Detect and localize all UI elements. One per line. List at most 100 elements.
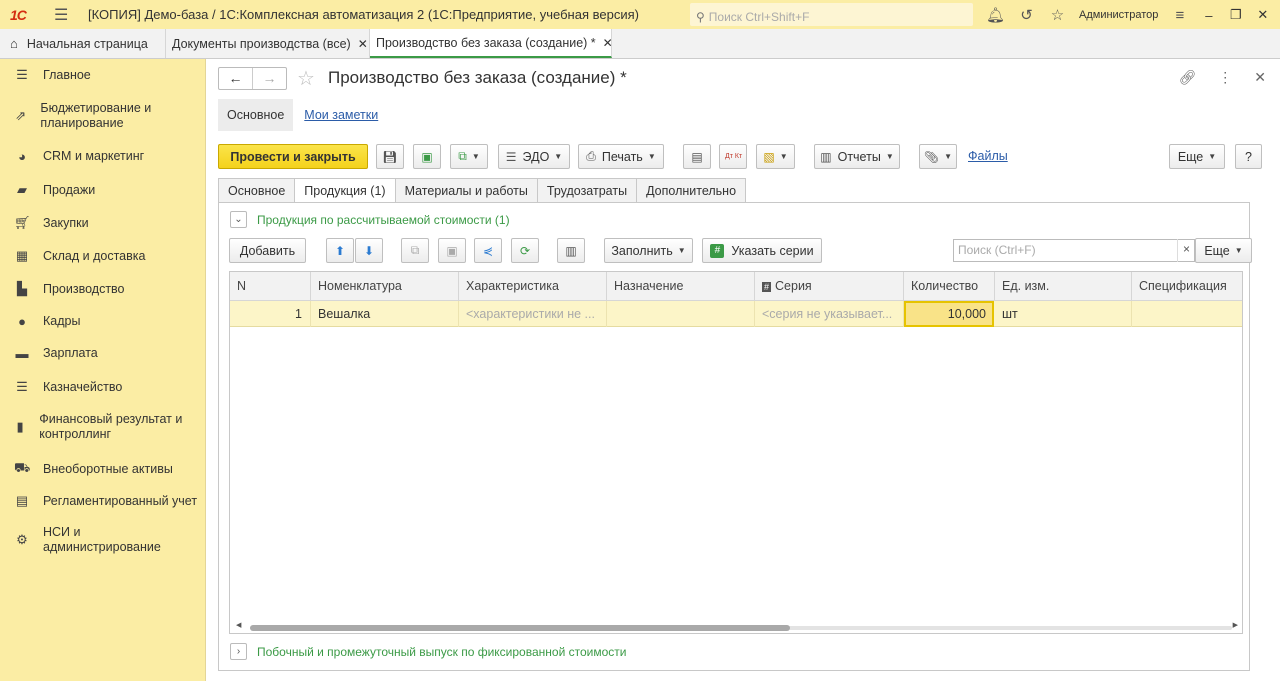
floppy-icon: 💾︎ <box>382 149 398 164</box>
sidebar-item-crm[interactable]: ◕ CRM и маркетинг <box>0 149 206 164</box>
table-row[interactable]: 1 Вешалка <характеристики не ... <серия … <box>230 301 1242 327</box>
scroll-right-icon[interactable]: ▶ <box>1233 621 1238 629</box>
column-header-specification[interactable]: Спецификация <box>1132 272 1242 301</box>
column-header-characteristic[interactable]: Характеристика <box>459 272 607 301</box>
sidebar-item-warehouse[interactable]: ▦ Склад и доставка <box>0 248 206 264</box>
chevron-down-icon[interactable]: ⌄ <box>230 211 247 228</box>
close-tab-icon[interactable]: ✕ <box>603 36 613 50</box>
column-header-n[interactable]: N <box>230 272 311 301</box>
barcode-button[interactable]: ▥ <box>557 238 585 263</box>
search-icon: ⚲ <box>696 9 705 24</box>
main-menu-icon[interactable]: ☰ <box>54 5 74 25</box>
sidebar-item-purchases[interactable]: 🛒︎ Закупки <box>0 215 206 231</box>
coins-icon: ☰ <box>16 379 28 394</box>
products-more-button[interactable]: Еще ▼ <box>1195 238 1252 263</box>
user-name[interactable]: Администратор <box>1079 9 1158 21</box>
cell-series[interactable]: <серия не указывает... <box>755 301 904 327</box>
subtab-main[interactable]: Основное <box>218 99 294 131</box>
form-tab-materials[interactable]: Материалы и работы <box>395 178 538 203</box>
create-based-on-button[interactable]: ⧉ ▼ <box>450 144 488 169</box>
tab-home[interactable]: ⌂ Начальная страница <box>0 29 166 58</box>
sidebar-item-hr[interactable]: ● Кадры <box>0 314 206 329</box>
tab-production-create[interactable]: Производство без заказа (создание) * ✕ <box>370 29 613 58</box>
fill-button[interactable]: Заполнить ▼ <box>604 238 693 263</box>
split-button[interactable]: ⋞ <box>474 238 502 263</box>
subtab-my-notes[interactable]: Мои заметки <box>295 99 387 131</box>
sidebar-item-budgeting[interactable]: ⇗ Бюджетирование и планирование <box>0 101 206 131</box>
reports-button[interactable]: ▥ Отчеты ▼ <box>814 144 900 169</box>
sidebar-item-admin[interactable]: ⚙ НСИ и администрирование <box>0 525 180 555</box>
forward-arrow-icon[interactable]: → <box>252 68 286 89</box>
favorites-star-icon[interactable]: ☆ <box>1042 6 1073 24</box>
dt-kt-button[interactable]: Дт Кт <box>719 144 747 169</box>
sidebar-item-production[interactable]: ▙ Производство <box>0 281 206 297</box>
history-icon[interactable]: ↺ <box>1011 6 1042 24</box>
column-header-purpose[interactable]: Назначение <box>607 272 755 301</box>
sidebar-item-financial-result[interactable]: ▮ Финансовый результат и контроллинг <box>0 412 206 442</box>
form-tab-labor[interactable]: Трудозатраты <box>537 178 638 203</box>
attachments-button[interactable]: ▧ ▼ <box>756 144 795 169</box>
sidebar-item-sales[interactable]: ▰ Продажи <box>0 182 206 198</box>
chevron-right-icon[interactable]: › <box>230 643 247 660</box>
more-vertical-icon[interactable]: ⋮ <box>1218 69 1232 86</box>
bell-icon[interactable]: 🔔︎ <box>980 6 1011 24</box>
global-search-input[interactable]: ⚲ Поиск Ctrl+Shift+F <box>690 3 973 26</box>
edo-button[interactable]: ☰ ЭДО ▼ <box>498 144 570 169</box>
clear-search-button[interactable]: × <box>1177 239 1195 262</box>
column-header-series[interactable]: # Серия <box>755 272 904 301</box>
tab-production-documents[interactable]: Документы производства (все) ✕ <box>166 29 370 58</box>
scroll-left-icon[interactable]: ◀ <box>236 621 241 629</box>
products-search-input[interactable]: Поиск (Ctrl+F) <box>953 239 1195 262</box>
sidebar-item-regulated-accounting[interactable]: ▤ Регламентированный учет <box>0 493 206 509</box>
print-button[interactable]: ⎙ Печать ▼ <box>578 144 664 169</box>
cell-item[interactable]: Вешалка <box>311 301 459 327</box>
products-panel: ⌄ Продукция по рассчитываемой стоимости … <box>218 202 1252 671</box>
horizontal-scrollbar[interactable]: ◀ ▶ <box>230 621 1242 633</box>
cell-purpose[interactable] <box>607 301 755 327</box>
cell-characteristic[interactable]: <характеристики не ... <box>459 301 607 327</box>
close-tab-icon[interactable]: ✕ <box>358 37 368 51</box>
link-icon[interactable]: 🔗︎ <box>1178 69 1196 86</box>
sidebar-item-salary[interactable]: ▬ Зарплата <box>0 346 206 361</box>
column-header-item[interactable]: Номенклатура <box>311 272 459 301</box>
specify-series-button[interactable]: # Указать серии <box>702 238 822 263</box>
column-header-unit[interactable]: Ед. изм. <box>995 272 1132 301</box>
close-form-icon[interactable]: ✕ <box>1254 69 1266 86</box>
products-group-header[interactable]: ⌄ Продукция по рассчитываемой стоимости … <box>230 211 510 228</box>
recalculate-button[interactable]: ⟳ <box>511 238 539 263</box>
post-and-close-button[interactable]: Провести и закрыть <box>218 144 368 169</box>
edo-icon: ☰ <box>505 149 517 164</box>
more-button[interactable]: Еще ▼ <box>1169 144 1225 169</box>
post-button[interactable]: ▣ <box>413 144 441 169</box>
help-button[interactable]: ? <box>1235 144 1262 169</box>
files-link[interactable]: Файлы <box>968 149 1008 163</box>
back-arrow-icon[interactable]: ← <box>219 68 252 89</box>
scrollbar-thumb[interactable] <box>250 625 790 631</box>
add-button[interactable]: Добавить <box>229 238 306 263</box>
copy-button[interactable]: ⧉ <box>401 238 429 263</box>
column-header-quantity[interactable]: Количество <box>904 272 995 301</box>
minimize-button[interactable]: – <box>1195 8 1222 23</box>
paste-button[interactable]: ▣ <box>438 238 466 263</box>
favorite-star-icon[interactable]: ☆ <box>297 66 315 91</box>
move-up-button[interactable]: ⬆ <box>326 238 354 263</box>
save-button[interactable]: 💾︎ <box>376 144 404 169</box>
cart-icon: 🛒︎ <box>14 215 31 230</box>
attach-button[interactable]: 📎︎ ▼ <box>919 144 957 169</box>
sidebar-item-main[interactable]: ☰ Главное <box>0 67 206 83</box>
sidebar-item-fixed-assets[interactable]: ⛟ Внеоборотные активы <box>0 460 206 478</box>
restore-button[interactable]: ❐ <box>1222 7 1249 23</box>
cell-quantity[interactable]: 10,000 <box>904 301 994 327</box>
journal-button[interactable]: ▤ <box>683 144 711 169</box>
cell-specification[interactable] <box>1132 301 1242 327</box>
byproducts-group-header[interactable]: › Побочный и промежуточный выпуск по фик… <box>230 643 626 660</box>
cell-unit[interactable]: шт <box>995 301 1132 327</box>
sidebar-item-treasury[interactable]: ☰ Казначейство <box>0 379 206 395</box>
move-down-button[interactable]: ⬇ <box>355 238 383 263</box>
cell-n[interactable]: 1 <box>230 301 311 327</box>
close-window-button[interactable]: ✕ <box>1249 7 1276 23</box>
form-tab-main[interactable]: Основное <box>218 178 296 203</box>
form-tab-additional[interactable]: Дополнительно <box>637 178 747 203</box>
form-tab-products[interactable]: Продукция (1) <box>295 178 396 203</box>
settings-menu-icon[interactable]: ≡ <box>1164 7 1195 24</box>
